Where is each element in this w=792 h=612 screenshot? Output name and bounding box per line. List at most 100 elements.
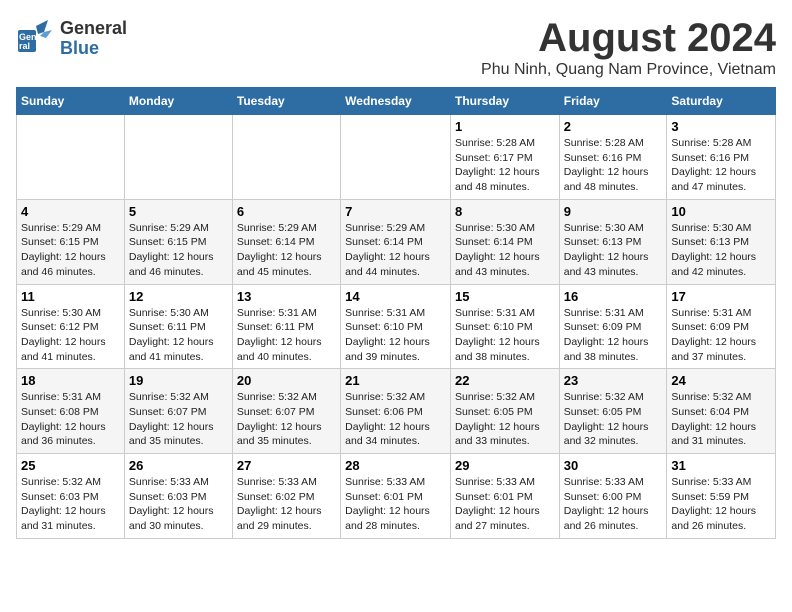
day-info: Sunrise: 5:30 AM Sunset: 6:13 PM Dayligh…	[564, 221, 663, 280]
day-info: Sunrise: 5:31 AM Sunset: 6:09 PM Dayligh…	[564, 306, 663, 365]
day-number: 16	[564, 289, 663, 304]
week-row-5: 25Sunrise: 5:32 AM Sunset: 6:03 PM Dayli…	[17, 454, 776, 539]
day-cell: 22Sunrise: 5:32 AM Sunset: 6:05 PM Dayli…	[450, 369, 559, 454]
day-number: 21	[345, 373, 446, 388]
day-info: Sunrise: 5:29 AM Sunset: 6:14 PM Dayligh…	[345, 221, 446, 280]
col-header-monday: Monday	[124, 88, 232, 115]
calendar-table: SundayMondayTuesdayWednesdayThursdayFrid…	[16, 87, 776, 539]
day-number: 20	[237, 373, 336, 388]
day-number: 2	[564, 119, 663, 134]
day-cell	[232, 115, 340, 200]
day-number: 11	[21, 289, 120, 304]
day-cell: 27Sunrise: 5:33 AM Sunset: 6:02 PM Dayli…	[232, 454, 340, 539]
day-cell: 12Sunrise: 5:30 AM Sunset: 6:11 PM Dayli…	[124, 284, 232, 369]
logo-line2: Blue	[60, 39, 127, 59]
col-header-thursday: Thursday	[450, 88, 559, 115]
col-header-saturday: Saturday	[667, 88, 776, 115]
title-area: August 2024 Phu Ninh, Quang Nam Province…	[481, 16, 776, 79]
day-number: 8	[455, 204, 555, 219]
day-cell: 4 Sunrise: 5:29 AM Sunset: 6:15 PM Daylig…	[17, 199, 125, 284]
day-info: Sunrise: 5:28 AM Sunset: 6:16 PM Dayligh…	[671, 136, 771, 195]
col-header-sunday: Sunday	[17, 88, 125, 115]
day-info: Sunrise: 5:30 AM Sunset: 6:12 PM Dayligh…	[21, 306, 120, 365]
day-number: 27	[237, 458, 336, 473]
day-info: Sunrise: 5:31 AM Sunset: 6:09 PM Dayligh…	[671, 306, 771, 365]
day-cell: 25Sunrise: 5:32 AM Sunset: 6:03 PM Dayli…	[17, 454, 125, 539]
day-cell: 18 Sunrise: 5:31 AM Sunset: 6:08 PM Dayli…	[17, 369, 125, 454]
day-cell: 1 Sunrise: 5:28 AM Sunset: 6:17 PM Daylig…	[450, 115, 559, 200]
week-row-4: 18 Sunrise: 5:31 AM Sunset: 6:08 PM Dayli…	[17, 369, 776, 454]
day-info: Sunrise: 5:29 AM Sunset: 6:15 PM Dayligh…	[21, 221, 120, 280]
day-number: 3	[671, 119, 771, 134]
day-number: 1	[455, 119, 555, 134]
day-number: 31	[671, 458, 771, 473]
day-info: Sunrise: 5:30 AM Sunset: 6:11 PM Dayligh…	[129, 306, 228, 365]
day-number: 23	[564, 373, 663, 388]
day-info: Sunrise: 5:33 AM Sunset: 6:01 PM Dayligh…	[455, 475, 555, 534]
day-info: Sunrise: 5:31 AM Sunset: 6:08 PM Dayligh…	[21, 390, 120, 449]
day-cell: 8Sunrise: 5:30 AM Sunset: 6:14 PM Daylig…	[450, 199, 559, 284]
header: Gene ral General Blue August 2024 Phu Ni…	[16, 16, 776, 79]
day-number: 22	[455, 373, 555, 388]
day-cell: 24Sunrise: 5:32 AM Sunset: 6:04 PM Dayli…	[667, 369, 776, 454]
header-row: SundayMondayTuesdayWednesdayThursdayFrid…	[17, 88, 776, 115]
svg-text:ral: ral	[19, 41, 30, 51]
day-info: Sunrise: 5:31 AM Sunset: 6:11 PM Dayligh…	[237, 306, 336, 365]
day-info: Sunrise: 5:32 AM Sunset: 6:05 PM Dayligh…	[564, 390, 663, 449]
day-info: Sunrise: 5:31 AM Sunset: 6:10 PM Dayligh…	[455, 306, 555, 365]
day-info: Sunrise: 5:33 AM Sunset: 5:59 PM Dayligh…	[671, 475, 771, 534]
day-number: 30	[564, 458, 663, 473]
day-cell: 3 Sunrise: 5:28 AM Sunset: 6:16 PM Daylig…	[667, 115, 776, 200]
day-info: Sunrise: 5:29 AM Sunset: 6:14 PM Dayligh…	[237, 221, 336, 280]
day-cell: 21Sunrise: 5:32 AM Sunset: 6:06 PM Dayli…	[341, 369, 451, 454]
day-number: 5	[129, 204, 228, 219]
day-info: Sunrise: 5:31 AM Sunset: 6:10 PM Dayligh…	[345, 306, 446, 365]
day-cell: 10 Sunrise: 5:30 AM Sunset: 6:13 PM Dayli…	[667, 199, 776, 284]
day-number: 15	[455, 289, 555, 304]
month-title: August 2024	[481, 16, 776, 61]
day-info: Sunrise: 5:32 AM Sunset: 6:07 PM Dayligh…	[129, 390, 228, 449]
day-cell: 14 Sunrise: 5:31 AM Sunset: 6:10 PM Dayli…	[341, 284, 451, 369]
day-cell: 19 Sunrise: 5:32 AM Sunset: 6:07 PM Dayli…	[124, 369, 232, 454]
day-cell: 15 Sunrise: 5:31 AM Sunset: 6:10 PM Dayli…	[450, 284, 559, 369]
day-number: 29	[455, 458, 555, 473]
day-cell: 26 Sunrise: 5:33 AM Sunset: 6:03 PM Dayli…	[124, 454, 232, 539]
day-number: 10	[671, 204, 771, 219]
day-info: Sunrise: 5:32 AM Sunset: 6:07 PM Dayligh…	[237, 390, 336, 449]
day-number: 28	[345, 458, 446, 473]
day-info: Sunrise: 5:30 AM Sunset: 6:13 PM Dayligh…	[671, 221, 771, 280]
day-cell: 23 Sunrise: 5:32 AM Sunset: 6:05 PM Dayli…	[559, 369, 667, 454]
day-cell	[124, 115, 232, 200]
day-number: 7	[345, 204, 446, 219]
col-header-tuesday: Tuesday	[232, 88, 340, 115]
day-number: 9	[564, 204, 663, 219]
day-number: 13	[237, 289, 336, 304]
week-row-2: 4 Sunrise: 5:29 AM Sunset: 6:15 PM Daylig…	[17, 199, 776, 284]
col-header-wednesday: Wednesday	[341, 88, 451, 115]
day-number: 19	[129, 373, 228, 388]
day-number: 14	[345, 289, 446, 304]
week-row-1: 1 Sunrise: 5:28 AM Sunset: 6:17 PM Daylig…	[17, 115, 776, 200]
day-number: 25	[21, 458, 120, 473]
day-info: Sunrise: 5:33 AM Sunset: 6:03 PM Dayligh…	[129, 475, 228, 534]
day-cell: 29 Sunrise: 5:33 AM Sunset: 6:01 PM Dayli…	[450, 454, 559, 539]
day-number: 26	[129, 458, 228, 473]
day-info: Sunrise: 5:28 AM Sunset: 6:17 PM Dayligh…	[455, 136, 555, 195]
day-cell: 5Sunrise: 5:29 AM Sunset: 6:15 PM Daylig…	[124, 199, 232, 284]
week-row-3: 11 Sunrise: 5:30 AM Sunset: 6:12 PM Dayli…	[17, 284, 776, 369]
day-info: Sunrise: 5:28 AM Sunset: 6:16 PM Dayligh…	[564, 136, 663, 195]
day-number: 18	[21, 373, 120, 388]
day-info: Sunrise: 5:33 AM Sunset: 6:01 PM Dayligh…	[345, 475, 446, 534]
day-cell: 28 Sunrise: 5:33 AM Sunset: 6:01 PM Dayli…	[341, 454, 451, 539]
location: Phu Ninh, Quang Nam Province, Vietnam	[481, 61, 776, 79]
day-cell: 31 Sunrise: 5:33 AM Sunset: 5:59 PM Dayli…	[667, 454, 776, 539]
day-info: Sunrise: 5:32 AM Sunset: 6:04 PM Dayligh…	[671, 390, 771, 449]
day-cell: 16 Sunrise: 5:31 AM Sunset: 6:09 PM Dayli…	[559, 284, 667, 369]
day-number: 4	[21, 204, 120, 219]
day-number: 17	[671, 289, 771, 304]
day-cell: 7 Sunrise: 5:29 AM Sunset: 6:14 PM Daylig…	[341, 199, 451, 284]
day-cell: 9 Sunrise: 5:30 AM Sunset: 6:13 PM Daylig…	[559, 199, 667, 284]
day-cell	[341, 115, 451, 200]
day-cell	[17, 115, 125, 200]
logo-line1: General	[60, 19, 127, 39]
